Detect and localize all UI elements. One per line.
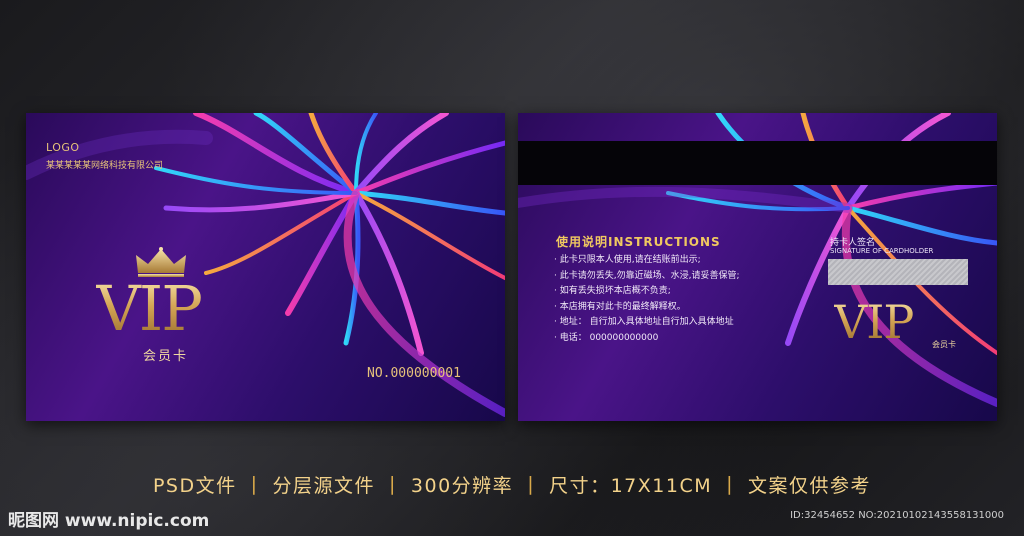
signature-label-en: SIGNATURE OF CARDHOLDER [830,247,934,255]
magnetic-stripe [518,141,997,185]
separator: | [726,473,735,495]
list-item: 此卡请勿丢失,勿靠近磁场、水浸,请妥善保管; [554,269,740,285]
separator: | [527,473,536,495]
info-item: 尺寸：17X11CM [549,474,713,497]
vip-logo-text: VIP [96,272,203,345]
company-name: 某某某某某网络科技有限公司 [46,161,164,171]
member-card-label: 会员卡 [143,349,189,364]
instructions-title: 使用说明INSTRUCTIONS [556,235,721,249]
file-info-bar: PSD文件 | 分层源文件 | 300分辨率 | 尺寸：17X11CM | 文案… [0,466,1024,502]
list-item: 本店拥有对此卡的最终解释权。 [554,300,740,316]
card-number: NO.000000001 [367,366,461,381]
info-item: 300分辨率 [410,474,514,497]
vip-card-front: LOGO 某某某某某网络科技有限公司 VIP 会员卡 NO.000000001 [26,113,505,421]
site-watermark: 昵图网 www.nipic.com [8,511,210,531]
member-card-label: 会员卡 [932,340,956,349]
separator: | [389,473,397,495]
vip-card-back: 使用说明INSTRUCTIONS 此卡只限本人使用,请在结账前出示; 此卡请勿丢… [518,113,997,421]
separator: | [250,473,259,495]
info-item: 分层源文件 [272,474,376,497]
list-item: 地址： 自行加入具体地址自行加入具体地址 [554,315,740,331]
list-item: 电话： 000000000000 [554,331,740,347]
vip-logo-text: VIP [834,295,914,349]
signature-box [828,259,968,285]
list-item: 如有丢失损坏本店概不负责; [554,284,740,300]
instructions-list: 此卡只限本人使用,请在结账前出示; 此卡请勿丢失,勿靠近磁场、水浸,请妥善保管;… [554,253,740,347]
info-item: 文案仅供参考 [748,474,872,497]
image-id-text: ID:32454652 NO:20210102143558131000 [790,510,1004,521]
list-item: 此卡只限本人使用,请在结账前出示; [554,253,740,269]
logo-text: LOGO [46,141,80,154]
info-item: PSD文件 [152,474,237,497]
